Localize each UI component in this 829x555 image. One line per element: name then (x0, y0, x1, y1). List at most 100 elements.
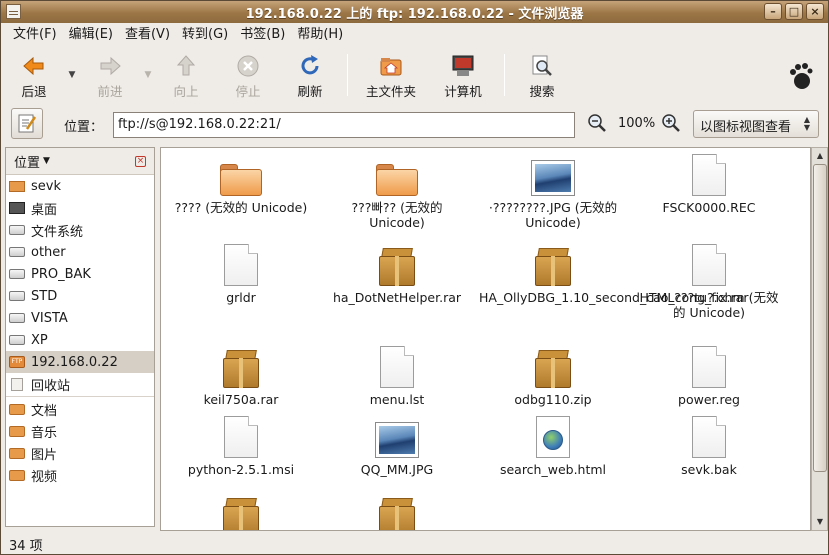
scroll-down-icon[interactable]: ▼ (813, 515, 827, 529)
file-item[interactable]: search_web.html (473, 410, 633, 477)
chevron-down-icon: ▼ (43, 156, 50, 166)
file-item[interactable]: FSCK0000.REC (629, 148, 789, 215)
side-pane: 位置 ▼ × sevk 桌面 文件系统 other PRO_BAK STD VI… (5, 147, 155, 527)
sidebar-item-trash[interactable]: 回收站 (6, 373, 154, 395)
drive-icon (9, 266, 25, 282)
menu-go[interactable]: 转到(G) (176, 23, 234, 47)
sidebar-item-videos[interactable]: 视频 (6, 464, 154, 486)
file-item[interactable]: keil750a.rar (161, 340, 321, 407)
sidebar-item-ftp[interactable]: FTP 192.168.0.22 (6, 351, 154, 373)
gnome-foot-logo-icon (790, 63, 813, 89)
file-name: menu.lst (369, 392, 425, 407)
file-item[interactable]: ha_DotNetHelper.rar (317, 238, 477, 305)
menu-file[interactable]: 文件(F) (7, 23, 63, 47)
file-name: HTML???tu?.chm (无效的 Unicode) (639, 290, 779, 320)
file-item[interactable]: ·????????.JPG (无效的 Unicode) (473, 148, 633, 230)
reload-icon (301, 55, 319, 75)
sidebar-item-pictures[interactable]: 图片 (6, 442, 154, 464)
toggle-location-editor-button[interactable] (11, 108, 43, 139)
file-name: grldr (226, 290, 256, 305)
archive-icon (535, 350, 571, 388)
home-button[interactable]: 主文件夹 (354, 48, 428, 102)
sidebar-item-xp[interactable]: XP (6, 329, 154, 351)
ftp-icon: FTP (9, 354, 25, 370)
folder-icon (9, 423, 25, 439)
location-input[interactable]: ftp://s@192.168.0.22:21/ (113, 112, 575, 138)
menu-view[interactable]: 查看(V) (119, 23, 176, 47)
archive-icon (223, 350, 259, 388)
close-side-pane-icon[interactable]: × (135, 156, 146, 167)
scroll-up-icon[interactable]: ▲ (813, 149, 827, 163)
drive-icon (9, 288, 25, 304)
forward-history-dropdown[interactable]: ▼ (141, 48, 155, 102)
sidebar-item-documents[interactable]: 文档 (6, 398, 154, 420)
computer-icon (452, 55, 474, 76)
window-title: 192.168.0.22 上的 ftp: 192.168.0.22 - 文件浏览… (245, 6, 584, 22)
file-item[interactable]: python-2.5.1.msi (161, 410, 321, 477)
file-item[interactable]: ???빠?? (无效的 Unicode) (317, 148, 477, 230)
sidebar-item-music[interactable]: 音乐 (6, 420, 154, 442)
up-arrow-icon (176, 55, 196, 76)
back-arrow-icon (23, 56, 44, 76)
back-history-dropdown[interactable]: ▼ (65, 48, 79, 102)
folder-icon (9, 401, 25, 417)
status-bar: 34 项 (1, 531, 828, 555)
file-item[interactable]: grldr (161, 238, 321, 305)
file-item[interactable]: ???? (无效的 Unicode) (161, 148, 321, 215)
sidebar-item-other[interactable]: other (6, 241, 154, 263)
document-icon (692, 346, 726, 388)
minimize-button[interactable]: – (764, 3, 782, 20)
menu-edit[interactable]: 编辑(E) (63, 23, 119, 47)
file-item[interactable]: sevk.bak (629, 410, 789, 477)
close-button[interactable]: × (806, 3, 824, 20)
file-item[interactable]: HA_OllyDBG_1.10_second_cao_cong_fix.rar (473, 238, 748, 305)
search-button[interactable]: 搜索 (511, 48, 573, 102)
up-button[interactable]: 向上 (155, 48, 217, 102)
sidebar-item-sevk[interactable]: sevk (6, 175, 154, 197)
folder-icon (220, 164, 262, 196)
file-name: sevk.bak (681, 462, 737, 477)
file-name: ???? (无效的 Unicode) (174, 200, 308, 215)
side-pane-header[interactable]: 位置 ▼ × (6, 148, 154, 175)
file-item[interactable]: HTML???tu?.chm (无效的 Unicode) (629, 238, 789, 320)
file-item[interactable]: power.reg (629, 340, 789, 407)
file-item[interactable]: odbg110.zip (473, 340, 633, 407)
sidebar-item-vista[interactable]: VISTA (6, 307, 154, 329)
sidebar-item-pro-bak[interactable]: PRO_BAK (6, 263, 154, 285)
trash-icon (9, 376, 25, 392)
reload-button[interactable]: 刷新 (279, 48, 341, 102)
sidebar-item-filesystem[interactable]: 文件系统 (6, 219, 154, 241)
zoom-out-icon[interactable] (587, 113, 607, 133)
back-button[interactable]: 后退 (3, 48, 65, 102)
maximize-button[interactable]: □ (785, 3, 803, 20)
scrollbar-thumb[interactable] (813, 164, 827, 472)
stop-button[interactable]: 停止 (217, 48, 279, 102)
view-mode-select[interactable]: 以图标视图查看 ▲ ▼ (693, 110, 819, 138)
sidebar-item-desktop[interactable]: 桌面 (6, 197, 154, 219)
vertical-scrollbar[interactable]: ▲ ▼ (811, 147, 828, 531)
zoom-in-icon[interactable] (661, 113, 681, 133)
window-menu-icon[interactable] (6, 4, 21, 19)
file-item[interactable] (317, 488, 477, 530)
zoom-level[interactable]: 100% (618, 116, 655, 131)
file-item[interactable] (161, 488, 321, 530)
folder-icon (376, 164, 418, 196)
menu-help[interactable]: 帮助(H) (291, 23, 349, 47)
document-icon (380, 346, 414, 388)
forward-button[interactable]: 前进 (79, 48, 141, 102)
edit-note-icon (18, 114, 37, 133)
file-item[interactable]: menu.lst (317, 340, 477, 407)
icon-view[interactable]: ???? (无效的 Unicode) ???빠?? (无效的 Unicode) ·?… (160, 147, 811, 531)
toolbar: 后退 ▼ 前进 ▼ 向上 停止 刷新 主文件夹 计算机 搜索 (1, 48, 828, 104)
title-bar[interactable]: 192.168.0.22 上的 ftp: 192.168.0.22 - 文件浏览… (1, 1, 828, 23)
menu-bar: 文件(F) 编辑(E) 查看(V) 转到(G) 书签(B) 帮助(H) (1, 23, 828, 47)
file-item[interactable]: QQ_MM.JPG (317, 410, 477, 477)
select-arrows-icon: ▲ ▼ (803, 115, 810, 132)
sidebar-divider (6, 396, 154, 397)
computer-button[interactable]: 计算机 (428, 48, 498, 102)
toolbar-separator (347, 54, 348, 96)
archive-icon (379, 248, 415, 286)
menu-bookmarks[interactable]: 书签(B) (234, 23, 291, 47)
sidebar-item-std[interactable]: STD (6, 285, 154, 307)
drive-icon (9, 332, 25, 348)
